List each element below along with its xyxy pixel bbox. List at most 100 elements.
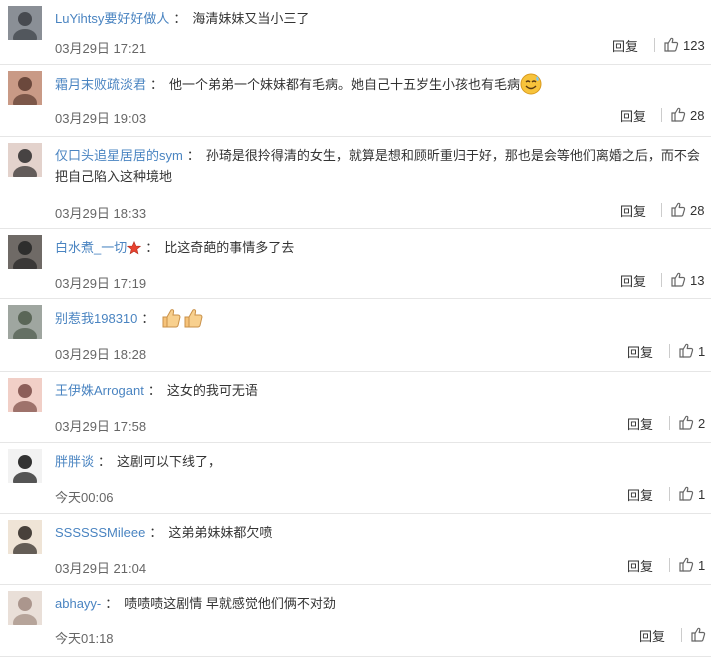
thumbs-up-icon <box>678 556 694 575</box>
comment-date: 03月29日 18:28 <box>55 347 147 362</box>
comment-body: SSSSSSMileee ： 这弟弟妹妹都欠喷 <box>55 522 703 543</box>
username-link[interactable]: 王伊姝Arrogant <box>55 383 144 398</box>
comment-text: 比这奇葩的事情多了去 <box>164 240 295 255</box>
username-link[interactable]: LuYihtsy要好好做人 <box>55 11 169 26</box>
comment-item: 霜月末败疏淡君 ： 他一个弟弟一个妹妹都有毛病。她自己十五岁生小孩也有毛病 03月2… <box>0 65 711 137</box>
reply-button[interactable]: 回复 <box>612 36 638 55</box>
comment-footer: 今天00:06 回复 1 <box>55 485 711 505</box>
comment-footer: 03月29日 17:58 回复 2 <box>55 414 711 434</box>
sweat-smile-emoji-icon <box>520 73 542 101</box>
username-link[interactable]: 霜月末败疏淡君 <box>55 77 146 92</box>
reply-button[interactable]: 回复 <box>627 556 653 575</box>
avatar[interactable] <box>8 143 42 177</box>
comment-body: LuYihtsy要好好做人 ： 海清妹妹又当小三了 <box>55 8 703 29</box>
separator: ： <box>141 311 155 326</box>
separator: ： <box>105 596 119 611</box>
comment-text: 啧啧啧这剧情 早就感觉他们俩不对劲 <box>124 596 336 611</box>
comment-body: abhayy- ： 啧啧啧这剧情 早就感觉他们俩不对劲 <box>55 593 703 614</box>
thumbs-up-icon <box>670 201 686 220</box>
avatar[interactable] <box>8 520 42 554</box>
comment-date: 今天00:06 <box>55 490 114 505</box>
comment-body: 仅口头追星居居的sym：孙琦是很拎得清的女生，就算是想和顾昕重归于好，那也是会等… <box>55 145 703 187</box>
avatar[interactable] <box>8 449 42 483</box>
username-link[interactable]: 胖胖谈 <box>55 454 94 469</box>
username-link[interactable]: 仅口头追星居居的sym <box>55 148 183 163</box>
reply-button[interactable]: 回复 <box>620 106 646 125</box>
like-button[interactable]: 1 <box>678 342 705 361</box>
comment-text: 海清妹妹又当小三了 <box>192 11 310 26</box>
comment-footer: 03月29日 21:04 回复 1 <box>55 556 711 576</box>
username-link[interactable]: 白水煮_一切 <box>55 240 127 255</box>
divider <box>669 344 670 358</box>
comment-footer: 03月29日 17:19 回复 13 <box>55 271 711 291</box>
reply-button[interactable]: 回复 <box>620 271 646 290</box>
username-link[interactable]: 别惹我198310 <box>55 311 137 326</box>
avatar[interactable] <box>8 378 42 412</box>
comment-list: LuYihtsy要好好做人 ： 海清妹妹又当小三了 03月29日 17:21 回复 12… <box>0 0 711 657</box>
thumbs-up-icon <box>678 342 694 361</box>
comment-body: 白水煮_一切 ： 比这奇葩的事情多了去 <box>55 237 703 261</box>
avatar[interactable] <box>8 235 42 269</box>
thumbs-up-icon <box>670 106 686 125</box>
thumbs-up-icon <box>678 485 694 504</box>
like-button[interactable] <box>690 626 710 645</box>
thumbs-up-icon <box>663 36 679 55</box>
red-star-badge-icon <box>127 240 142 261</box>
reply-button[interactable]: 回复 <box>627 414 653 433</box>
reply-button[interactable]: 回复 <box>639 626 665 645</box>
thumbs-up-icon <box>690 626 706 645</box>
like-count: 28 <box>690 203 705 218</box>
comment-item: abhayy- ： 啧啧啧这剧情 早就感觉他们俩不对劲 今天01:18 回复 <box>0 585 711 657</box>
like-button[interactable]: 2 <box>678 414 705 433</box>
comment-item: 别惹我198310 ： 03月29日 18:28 回复 1 <box>0 299 711 372</box>
divider <box>661 108 662 122</box>
thumbs-up-icon <box>678 414 694 433</box>
comment-body: 王伊姝Arrogant： 这女的我可无语 <box>55 380 703 401</box>
like-count: 1 <box>698 558 706 573</box>
comment-date: 03月29日 19:03 <box>55 111 147 126</box>
comment-text: 他一个弟弟一个妹妹都有毛病。她自己十五岁生小孩也有毛病 <box>169 77 521 92</box>
separator: ： <box>173 11 187 26</box>
separator: ： <box>145 240 159 255</box>
username-link[interactable]: abhayy- <box>55 596 101 611</box>
divider <box>669 487 670 501</box>
divider <box>661 203 662 217</box>
like-button[interactable]: 123 <box>663 36 705 55</box>
like-count: 1 <box>698 344 706 359</box>
comment-body: 霜月末败疏淡君 ： 他一个弟弟一个妹妹都有毛病。她自己十五岁生小孩也有毛病 <box>55 73 703 101</box>
comment-item: 仅口头追星居居的sym：孙琦是很拎得清的女生，就算是想和顾昕重归于好，那也是会等… <box>0 137 711 229</box>
like-button[interactable]: 13 <box>670 271 704 290</box>
like-button[interactable]: 1 <box>678 485 705 504</box>
comment-date: 03月29日 17:58 <box>55 419 147 434</box>
comment-date: 03月29日 18:33 <box>55 206 147 221</box>
like-button[interactable]: 28 <box>670 201 704 220</box>
like-count: 2 <box>698 416 706 431</box>
comment-date: 03月29日 21:04 <box>55 561 147 576</box>
reply-button[interactable]: 回复 <box>627 485 653 504</box>
like-count: 28 <box>690 108 705 123</box>
reply-button[interactable]: 回复 <box>620 201 646 220</box>
divider <box>669 558 670 572</box>
divider <box>654 38 655 52</box>
like-button[interactable]: 1 <box>678 556 705 575</box>
username-link[interactable]: SSSSSSMileee <box>55 525 145 540</box>
like-button[interactable]: 28 <box>670 106 704 125</box>
comment-footer: 03月29日 18:28 回复 1 <box>55 342 711 362</box>
comment-item: 白水煮_一切 ： 比这奇葩的事情多了去 03月29日 17:19 回复 13 <box>0 229 711 299</box>
reply-button[interactable]: 回复 <box>627 342 653 361</box>
separator: ： <box>149 525 163 540</box>
avatar[interactable] <box>8 305 42 339</box>
comment-body: 别惹我198310 ： <box>55 307 703 335</box>
divider <box>681 628 682 642</box>
thumbs-up-icon <box>670 271 686 290</box>
avatar[interactable] <box>8 71 42 105</box>
like-count: 13 <box>690 273 705 288</box>
comment-footer: 03月29日 17:21 回复 123 <box>55 36 711 56</box>
avatar[interactable] <box>8 6 42 40</box>
thumbs-up-emoji-icon <box>160 307 204 335</box>
like-count: 123 <box>683 38 705 53</box>
comment-footer: 03月29日 19:03 回复 28 <box>55 106 711 126</box>
separator: ： <box>150 77 164 92</box>
avatar[interactable] <box>8 591 42 625</box>
comment-body: 胖胖谈 ： 这剧可以下线了， <box>55 451 703 472</box>
